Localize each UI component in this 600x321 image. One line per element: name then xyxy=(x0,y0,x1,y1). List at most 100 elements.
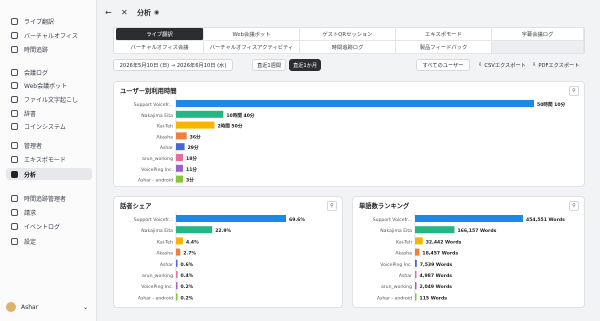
sidebar-item-label: 辞書 xyxy=(24,110,37,118)
tick-label: Akasha xyxy=(156,251,173,257)
sidebar-item-label: 管理者 xyxy=(24,142,43,150)
dictionary-icon xyxy=(11,109,18,117)
sidebar-item-label: 時間追跡 xyxy=(24,46,49,54)
data-label: 0.4% xyxy=(181,273,194,279)
tick-label: Nakajima Eita xyxy=(141,228,173,234)
tab-vo-activity[interactable]: バーチャルオフィスアクティビティ xyxy=(204,41,300,54)
data-label: 69.6% xyxy=(289,217,305,223)
card-title: ユーザー別利用時間 xyxy=(120,88,177,95)
tick-label: arun_working xyxy=(142,156,173,162)
last-month-button[interactable]: 直近1か月 xyxy=(289,59,321,71)
back-arrow-icon[interactable]: ← xyxy=(105,8,112,17)
tab-vo-meeting[interactable]: バーチャルオフィス会議 xyxy=(116,41,204,54)
tab-product-feedback[interactable]: 製品フィードバック xyxy=(396,41,492,54)
sidebar-item-label: Web会議ボット xyxy=(24,82,68,90)
bar xyxy=(176,143,185,151)
pin-icon[interactable]: ⚲ xyxy=(569,86,579,96)
bar xyxy=(415,259,417,267)
date-range-text: 2026年5月10日 (日) → 2026年6月10日 (水) xyxy=(119,62,227,69)
tick-label: Kai-Teh xyxy=(157,239,173,245)
bar xyxy=(415,248,420,256)
sidebar-item-4[interactable]: Web会議ボット xyxy=(6,79,92,91)
admin-icon xyxy=(11,141,18,149)
tick-label: Nakajima Eita xyxy=(141,113,173,119)
tab-label: 時間追跡ログ xyxy=(331,45,364,51)
bar xyxy=(415,293,417,301)
tab-live-translate[interactable]: ライブ翻訳 xyxy=(116,28,204,41)
tab-label: バーチャルオフィス会議 xyxy=(130,45,189,51)
bar xyxy=(176,175,183,183)
sidebar-item-2[interactable]: 時間追跡 xyxy=(6,43,92,55)
tick-label: Kai-Teh xyxy=(157,124,173,130)
tick-label: Ashar - android xyxy=(377,295,412,301)
tab-filler xyxy=(492,41,584,54)
tab-expo-mode[interactable]: エキスポモード xyxy=(396,28,492,41)
tab-time-log[interactable]: 時間追跡ログ xyxy=(300,41,396,54)
tick-label: Support Voicefr... xyxy=(134,217,173,223)
bar xyxy=(176,164,183,172)
file-transcription-icon xyxy=(11,95,18,103)
card-title: 単語数ランキング xyxy=(359,203,410,210)
bar xyxy=(415,282,417,290)
tab-caption-log[interactable]: 字幕会議ログ xyxy=(492,28,584,41)
eye-icon[interactable]: ◉ xyxy=(154,9,159,16)
card-title: 話者シェア xyxy=(120,203,152,210)
sidebar-item-12[interactable]: 請求 xyxy=(6,206,92,218)
analytics-tabs: ライブ翻訳 Web会議ボット ゲストQRセッション エキスポモード 字幕会議ログ… xyxy=(113,27,585,54)
sidebar-item-label: 分析 xyxy=(24,171,37,179)
user-select[interactable]: すべてのユーザー xyxy=(416,59,470,71)
pin-icon[interactable]: ⚲ xyxy=(327,201,337,211)
tab-label: ライブ翻訳 xyxy=(146,32,173,38)
user-name: Ashar xyxy=(21,303,39,311)
sidebar-item-label: バーチャルオフィス xyxy=(24,32,78,40)
bar xyxy=(415,237,423,245)
tab-guest-qr[interactable]: ゲストQRセッション xyxy=(300,28,396,41)
date-range-picker[interactable]: 2026年5月10日 (日) → 2026年6月10日 (水) xyxy=(113,59,233,71)
usage-time-chart: Support Voicefr... 50時間 10分 Nakajima Eita 1… xyxy=(134,97,566,185)
pin-icon[interactable]: ⚲ xyxy=(569,201,579,211)
user-menu[interactable]: Ashar ⌄ xyxy=(6,300,92,314)
sidebar-item-5[interactable]: ファイル文字起こし xyxy=(6,93,92,105)
csv-export-button[interactable]: ⇩ CSVエクスポート xyxy=(478,59,526,71)
settings-icon xyxy=(11,237,18,245)
tick-label: arun_working xyxy=(142,273,173,279)
sidebar-item-label: 会議ログ xyxy=(24,69,49,77)
avatar xyxy=(6,302,16,312)
tick-label: Ashar - android xyxy=(138,178,173,184)
select-value: すべてのユーザー xyxy=(422,62,464,69)
last-week-button[interactable]: 直近1週間 xyxy=(252,59,286,71)
sidebar-item-8[interactable]: 管理者 xyxy=(6,139,92,151)
bar xyxy=(176,237,183,245)
tick-label: Kai-Teh xyxy=(396,239,412,245)
tick-label: Ashar - android xyxy=(138,295,173,301)
data-label: 4,987 Words xyxy=(420,273,453,279)
sidebar-item-0[interactable]: ライブ翻訳 xyxy=(6,15,92,27)
live-translate-icon xyxy=(11,17,18,25)
tick-label: Akasha xyxy=(156,134,173,140)
sidebar-item-14[interactable]: 設定 xyxy=(6,235,92,247)
sidebar-item-6[interactable]: 辞書 xyxy=(6,107,92,119)
virtual-office-icon xyxy=(11,31,18,39)
tab-web-meeting-bot[interactable]: Web会議ボット xyxy=(204,28,300,41)
data-label: 32,442 Words xyxy=(426,239,462,245)
sidebar-item-9[interactable]: エキスポモード xyxy=(6,153,92,165)
close-icon[interactable]: ✕ xyxy=(121,8,128,17)
tab-label: 字幕会議ログ xyxy=(521,32,554,38)
bar xyxy=(176,110,224,118)
tick-label: Nakajima Eita xyxy=(380,228,412,234)
sidebar-item-7[interactable]: コインシステム xyxy=(6,120,92,132)
sidebar-item-label: エキスポモード xyxy=(24,156,66,164)
sidebar-item-3[interactable]: 会議ログ xyxy=(6,66,92,78)
bar xyxy=(415,215,523,222)
sidebar-item-label: コインシステム xyxy=(24,123,66,131)
sidebar-item-1[interactable]: バーチャルオフィス xyxy=(6,29,92,41)
sidebar-item-10[interactable]: 分析 xyxy=(6,168,92,180)
data-label: 4.4% xyxy=(186,239,199,245)
button-label: 直近1週間 xyxy=(256,62,282,69)
data-label: 2.7% xyxy=(183,251,196,257)
pdf-export-button[interactable]: ⇩ PDFエクスポート xyxy=(532,59,579,71)
sidebar-item-13[interactable]: イベントログ xyxy=(6,220,92,232)
sidebar-item-11[interactable]: 時間追跡管理者 xyxy=(6,192,92,204)
data-label: 10時間 40分 xyxy=(226,112,255,119)
data-label: 7,539 Words xyxy=(420,262,453,268)
